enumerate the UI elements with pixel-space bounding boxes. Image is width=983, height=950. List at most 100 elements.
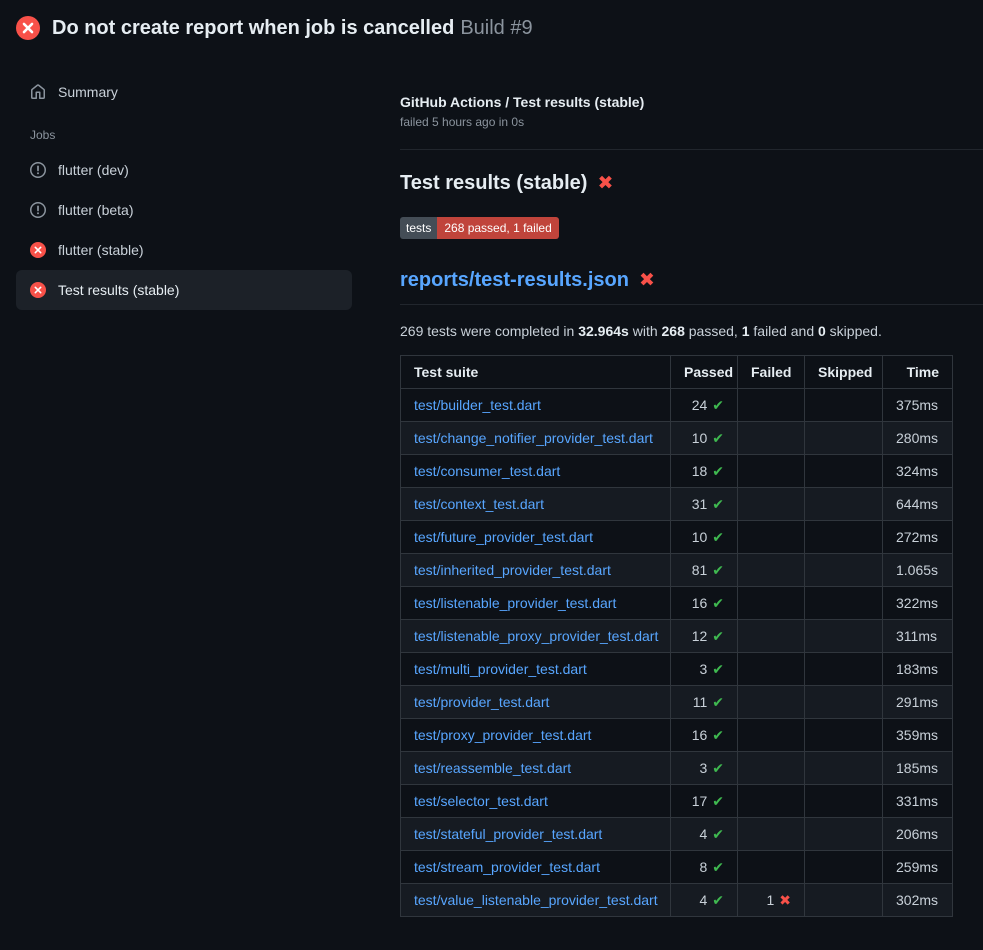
time-cell: 331ms [883,785,953,818]
passed-cell: 4✔ [671,818,738,851]
test-suite-cell: test/provider_test.dart [401,686,671,719]
column-header-failed: Failed [738,356,805,389]
badge-label: tests [400,217,437,239]
table-row: test/consumer_test.dart18✔324ms [401,455,953,488]
check-icon: ✔ [712,397,724,413]
sidebar-item-summary[interactable]: Summary [16,72,352,112]
test-suite-cell: test/builder_test.dart [401,389,671,422]
passed-cell: 16✔ [671,719,738,752]
failed-cell [738,554,805,587]
time-cell: 644ms [883,488,953,521]
test-suite-link[interactable]: test/value_listenable_provider_test.dart [414,892,658,908]
time-cell: 206ms [883,818,953,851]
check-icon: ✔ [712,859,724,875]
check-icon: ✔ [712,661,724,677]
time-cell: 359ms [883,719,953,752]
divider [400,149,983,150]
table-row: test/stream_provider_test.dart 8 ✔ 259ms [401,851,953,884]
test-suite-cell: test/future_provider_test.dart [401,521,671,554]
check-icon: ✔ [712,694,724,710]
test-suite-cell: test/reassemble_test.dart [401,752,671,785]
passed-cell: 12✔ [671,620,738,653]
skipped-cell [805,785,883,818]
results-table-body: test/builder_test.dart24✔375mstest/chang… [401,389,953,917]
skipped-cell [805,884,883,917]
sidebar-item-test-results-stable[interactable]: Test results (stable) [16,270,352,310]
time-cell: 311ms [883,620,953,653]
skipped-cell [805,587,883,620]
section-title: Test results (stable) ✖ [400,172,983,195]
test-suite-link[interactable]: test/reassemble_test.dart [414,760,571,776]
test-suite-link[interactable]: test/builder_test.dart [414,397,541,413]
failed-status-icon [30,282,46,298]
sidebar-item-flutter-beta[interactable]: flutter (beta) [16,190,352,230]
test-suite-link[interactable]: test/change_notifier_provider_test.dart [414,430,653,446]
neutral-status-icon [30,162,46,178]
report-file-link[interactable]: reports/test-results.json [400,269,629,292]
test-suite-link[interactable]: test/provider_test.dart [414,694,549,710]
test-suite-cell: test/change_notifier_provider_test.dart [401,422,671,455]
skipped-cell [805,554,883,587]
column-header-test-suite: Test suite [401,356,671,389]
failed-cell [738,521,805,554]
check-icon: ✔ [712,463,724,479]
table-row: test/value_listenable_provider_test.dart… [401,884,953,917]
test-suite-cell: test/consumer_test.dart [401,455,671,488]
skipped-cell [805,818,883,851]
test-suite-link[interactable]: test/multi_provider_test.dart [414,661,587,677]
time-cell: 291ms [883,686,953,719]
sidebar-item-label: flutter (stable) [58,242,144,258]
passed-value: 4 [699,892,707,908]
check-icon: ✔ [712,628,724,644]
passed-cell: 17✔ [671,785,738,818]
test-suite-link[interactable]: test/future_provider_test.dart [414,529,593,545]
test-suite-link[interactable]: test/context_test.dart [414,496,544,512]
build-number: Build #9 [460,17,532,39]
skipped-cell [805,719,883,752]
passed-value: 10 [692,430,708,446]
passed-value: 31 [692,496,708,512]
skipped-cell [805,488,883,521]
test-suite-link[interactable]: test/consumer_test.dart [414,463,560,479]
time-cell: 272ms [883,521,953,554]
cross-icon: ✖ [779,892,791,908]
test-suite-link[interactable]: test/stream_provider_test.dart [414,859,600,875]
test-suite-cell: test/listenable_provider_test.dart [401,587,671,620]
passed-value: 81 [692,562,708,578]
table-row: test/proxy_provider_test.dart 16✔ 359ms [401,719,953,752]
passed-value: 8 [699,859,707,875]
passed-value: 11 [693,694,708,710]
test-suite-link[interactable]: test/proxy_provider_test.dart [414,727,591,743]
passed-value: 24 [692,397,708,413]
time-cell: 322ms [883,587,953,620]
failed-status-icon [16,16,40,40]
check-icon: ✔ [712,760,724,776]
skipped-cell [805,389,883,422]
test-suite-link[interactable]: test/listenable_proxy_provider_test.dart [414,628,658,644]
failed-cell [738,785,805,818]
check-icon: ✔ [712,430,724,446]
home-icon [30,84,46,100]
failed-cell [738,620,805,653]
test-suite-link[interactable]: test/selector_test.dart [414,793,548,809]
failed-x-icon: ✖ [597,174,613,193]
sidebar-item-label: flutter (dev) [58,162,129,178]
table-row: test/builder_test.dart24✔375ms [401,389,953,422]
failed-cell [738,818,805,851]
sidebar-item-flutter-dev[interactable]: flutter (dev) [16,150,352,190]
skipped-count: 0 [818,323,826,339]
sidebar-item-flutter-stable[interactable]: flutter (stable) [16,230,352,270]
check-icon: ✔ [712,496,724,512]
test-suite-cell: test/multi_provider_test.dart [401,653,671,686]
test-suite-cell: test/inherited_provider_test.dart [401,554,671,587]
passed-cell: 10✔ [671,521,738,554]
table-row: test/context_test.dart 31✔ 644ms [401,488,953,521]
passed-cell: 4✔ [671,884,738,917]
test-suite-link[interactable]: test/listenable_provider_test.dart [414,595,616,611]
passed-cell: 10✔ [671,422,738,455]
test-suite-link[interactable]: test/stateful_provider_test.dart [414,826,602,842]
time-cell: 259ms [883,851,953,884]
test-suite-link[interactable]: test/inherited_provider_test.dart [414,562,611,578]
failed-cell [738,488,805,521]
passed-cell: 18✔ [671,455,738,488]
